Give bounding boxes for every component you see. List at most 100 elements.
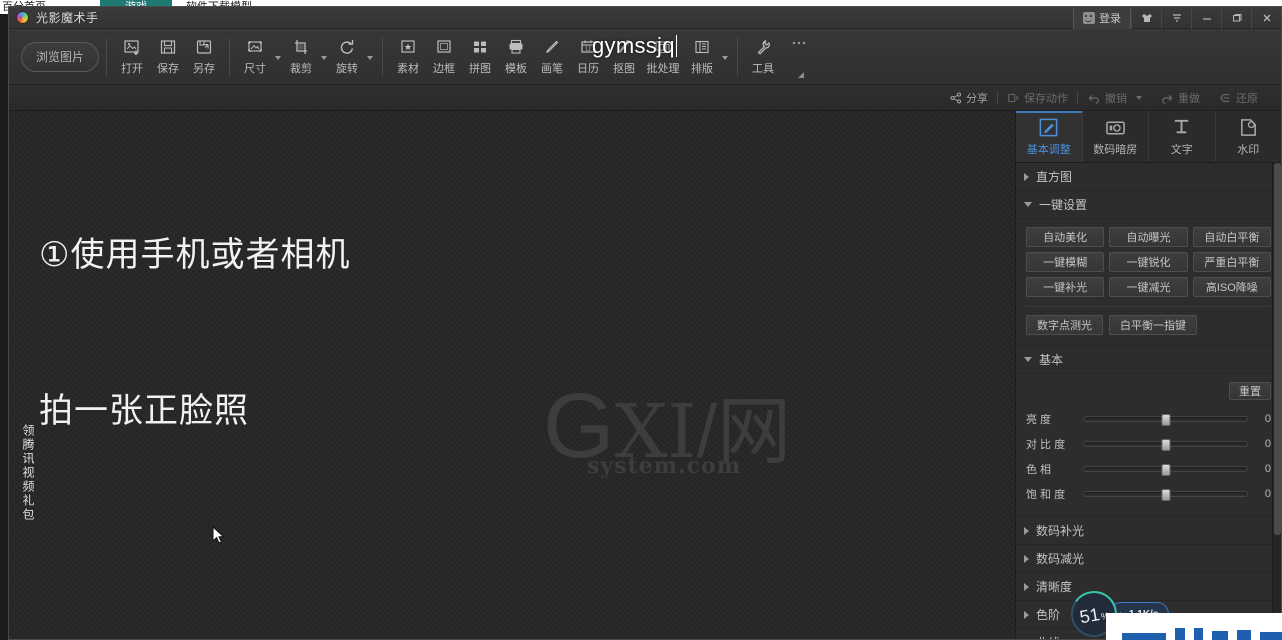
chevron-down-icon: [1024, 202, 1032, 207]
right-panel: 基本调整 数码暗房 文字 水印 直方图 一键设置 自动美化 自动曝光 自动白平衡…: [1015, 111, 1281, 639]
preset-button-auto-white-balance[interactable]: 自动白平衡: [1192, 227, 1271, 247]
right-panel-tabs: 基本调整 数码暗房 文字 水印: [1016, 111, 1281, 163]
menu-icon[interactable]: [1161, 7, 1191, 29]
toolbar-item-brush[interactable]: 画笔: [534, 34, 570, 80]
minimize-icon[interactable]: [1191, 7, 1221, 29]
preset-button-fill-light[interactable]: 一键补光: [1026, 277, 1105, 297]
slider-saturation[interactable]: 饱 和 度 0: [1026, 481, 1271, 506]
redo-button[interactable]: 重做: [1151, 85, 1209, 111]
resize-dropdown-caret-icon[interactable]: [273, 34, 283, 80]
toolbar-item-label: 打开: [121, 62, 143, 75]
canvas-headline: ①使用手机或者相机 拍一张正脸照: [39, 125, 350, 541]
toolbar-item-crop[interactable]: 裁剪: [283, 34, 319, 80]
toolbar-item-rotate[interactable]: 旋转: [329, 34, 365, 80]
preset-button-high-iso-denoise[interactable]: 高ISO降噪: [1192, 277, 1271, 297]
section-header-oneclick[interactable]: 一键设置: [1016, 191, 1281, 219]
tab-basic-adjust[interactable]: 基本调整: [1016, 111, 1083, 162]
expand-corner-caret-icon[interactable]: [797, 71, 804, 78]
slider-contrast[interactable]: 对 比 度 0: [1026, 431, 1271, 456]
save-action-button[interactable]: 保存动作: [998, 85, 1077, 111]
slider-thumb[interactable]: [1161, 413, 1170, 426]
rotate-dropdown-caret-icon[interactable]: [365, 34, 375, 80]
toolbar-divider: [737, 37, 738, 76]
share-button[interactable]: 分享: [941, 85, 997, 111]
toolbar-item-collage[interactable]: 拼图: [462, 34, 498, 80]
rainbow-disc-icon: [16, 11, 29, 24]
right-panel-scrollbar[interactable]: [1272, 163, 1281, 639]
crop-dropdown-caret-icon[interactable]: [319, 34, 329, 80]
slider-value: 0: [1264, 412, 1271, 425]
preset-button-spot-metering[interactable]: 数字点测光: [1026, 315, 1103, 335]
login-button[interactable]: 登录: [1073, 7, 1131, 29]
layout-dropdown-caret-icon[interactable]: [720, 34, 730, 80]
preset-button-blur[interactable]: 一键模糊: [1026, 252, 1105, 272]
toolbar-item-label: 拼图: [469, 62, 491, 75]
slider-track[interactable]: [1083, 488, 1248, 501]
action-bar: 分享 保存动作 撤销 重做 还原: [9, 85, 1281, 111]
save-action-icon: [1008, 93, 1019, 102]
preset-button-auto-beautify[interactable]: 自动美化: [1026, 227, 1105, 247]
slider-track[interactable]: [1083, 438, 1248, 451]
scrollbar-thumb[interactable]: [1274, 163, 1281, 535]
preset-button-sharpen[interactable]: 一键锐化: [1109, 252, 1188, 272]
maximize-icon[interactable]: [1221, 7, 1251, 29]
revert-button[interactable]: 还原: [1209, 85, 1267, 111]
toolbar-divider: [106, 37, 107, 76]
toolbar-item-template[interactable]: 模板: [498, 34, 534, 80]
preset-button-strong-white-balance[interactable]: 严重白平衡: [1192, 252, 1271, 272]
toolbar-item-material[interactable]: 素材: [390, 34, 426, 80]
watermark-main: GGXI网XI/网: [543, 375, 792, 477]
watermark-sub: system.com: [587, 453, 741, 479]
resize-icon: [246, 38, 264, 57]
undo-caret-icon[interactable]: [1136, 95, 1142, 100]
section-header-basic[interactable]: 基本: [1016, 346, 1281, 374]
close-icon[interactable]: [1251, 7, 1281, 29]
preset-button-reduce-light[interactable]: 一键减光: [1109, 277, 1188, 297]
slider-label: 色 相: [1026, 463, 1052, 476]
slider-thumb[interactable]: [1161, 488, 1170, 501]
save-icon: [159, 38, 177, 57]
preset-button-white-balance-picker[interactable]: 白平衡一指键: [1109, 315, 1197, 335]
toolbar-item-tools[interactable]: 工具: [745, 34, 781, 80]
toolbar-item-resize[interactable]: 尺寸: [237, 34, 273, 80]
slider-hue[interactable]: 色 相 0: [1026, 456, 1271, 481]
slider-label: 饱 和 度: [1026, 488, 1066, 501]
reset-button[interactable]: 重置: [1229, 382, 1271, 400]
section-header-histogram[interactable]: 直方图: [1016, 163, 1281, 191]
share-label: 分享: [966, 92, 988, 105]
slider-value: 0: [1264, 487, 1271, 500]
ime-composition-text: gymssjq: [592, 33, 675, 58]
toolbar-item-more[interactable]: [781, 34, 817, 80]
section-header-clarity[interactable]: 清晰度: [1016, 573, 1281, 601]
layout-icon: [693, 38, 711, 57]
toolbar-item-save[interactable]: 保存: [150, 34, 186, 80]
undo-button[interactable]: 撤销: [1078, 85, 1151, 111]
slider-label: 亮 度: [1026, 413, 1052, 426]
slider-value: 0: [1264, 437, 1271, 450]
tab-watermark[interactable]: 水印: [1216, 111, 1282, 162]
slider-brightness[interactable]: 亮 度 0: [1026, 406, 1271, 431]
toolbar-item-open[interactable]: 打开: [114, 34, 150, 80]
slider-track[interactable]: [1083, 413, 1248, 426]
tab-darkroom[interactable]: 数码暗房: [1083, 111, 1149, 162]
bottom-overlay-panel[interactable]: [1106, 613, 1282, 640]
overlay-bar: [1174, 628, 1185, 640]
slider-thumb[interactable]: [1161, 438, 1170, 451]
brush-icon: [543, 38, 561, 57]
toolbar-item-layout[interactable]: 排版: [684, 34, 720, 80]
section-header-digital-fill-light[interactable]: 数码补光: [1016, 517, 1281, 545]
skin-icon[interactable]: [1131, 7, 1161, 29]
toolbar-item-label: 排版: [691, 62, 713, 75]
slider-track[interactable]: [1083, 463, 1248, 476]
toolbar-item-save-as[interactable]: 另存: [186, 34, 222, 80]
material-star-icon: [399, 38, 417, 57]
application-window: 光影魔术手 登录 浏览图片 打开 保存 另存 尺寸 裁剪 旋转 素材 边框 拼图…: [8, 6, 1282, 640]
toolbar-item-frame[interactable]: 边框: [426, 34, 462, 80]
overlay-bar: [1122, 633, 1166, 640]
tab-text[interactable]: 文字: [1149, 111, 1216, 162]
preset-button-auto-exposure[interactable]: 自动曝光: [1109, 227, 1188, 247]
image-canvas[interactable]: ①使用手机或者相机 拍一张正脸照 领腾讯视频礼包 GGXI网XI/网 syste…: [9, 111, 1015, 639]
browse-images-button[interactable]: 浏览图片: [21, 41, 99, 72]
section-header-digital-reduce-light[interactable]: 数码减光: [1016, 545, 1281, 573]
slider-thumb[interactable]: [1161, 463, 1170, 476]
